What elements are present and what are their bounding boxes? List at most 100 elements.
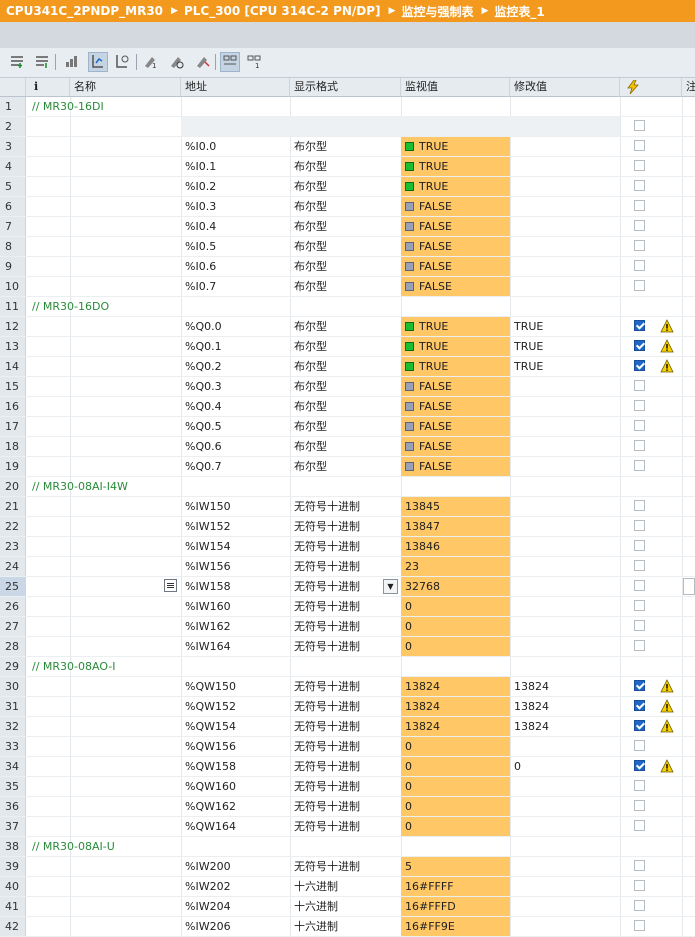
address-cell[interactable] [181, 117, 290, 136]
display-format-cell[interactable]: 无符号十进制 [290, 737, 401, 756]
modify-trigger-button[interactable] [166, 52, 186, 72]
cell-menu-icon[interactable] [164, 579, 177, 592]
table-row[interactable]: 37 %QW164 无符号十进制 0 [0, 817, 695, 837]
table-row[interactable]: 24 %IW156 无符号十进制 23 [0, 557, 695, 577]
address-cell[interactable]: %I0.4 [181, 217, 290, 236]
modify-checkbox[interactable] [634, 280, 645, 291]
breadcrumb-item[interactable]: 监控与强制表 [395, 3, 473, 20]
comment-column-header[interactable]: 注 [682, 78, 695, 96]
group-comment[interactable]: // MR30-08AI-I4W [28, 477, 328, 496]
display-format-cell[interactable]: 无符号十进制 [290, 797, 401, 816]
display-format-cell[interactable]: 无符号十进制 [290, 777, 401, 796]
modify-value-cell[interactable]: 13824 [510, 677, 620, 696]
display-format-cell[interactable] [290, 117, 401, 136]
address-cell[interactable]: %Q0.6 [181, 437, 290, 456]
table-row[interactable]: 18 %Q0.6 布尔型 FALSE [0, 437, 695, 457]
modify-value-cell[interactable]: TRUE [510, 317, 620, 336]
modify-value-column-header[interactable]: 修改值 [510, 78, 620, 96]
modify-checkbox[interactable] [634, 440, 645, 451]
display-format-cell[interactable]: 布尔型 [290, 337, 401, 356]
address-cell[interactable]: %QW158 [181, 757, 290, 776]
address-cell[interactable]: %QW160 [181, 777, 290, 796]
address-cell[interactable]: %I0.0 [181, 137, 290, 156]
address-cell[interactable]: %IW200 [181, 857, 290, 876]
display-format-cell[interactable]: 布尔型 [290, 397, 401, 416]
modify-checkbox[interactable] [634, 180, 645, 191]
modify-value-cell[interactable]: 0 [510, 757, 620, 776]
modify-checkbox[interactable] [634, 920, 645, 931]
address-cell[interactable]: %QW150 [181, 677, 290, 696]
modify-checkbox[interactable] [634, 460, 645, 471]
table-row[interactable]: 30 %QW150 无符号十进制 13824 13824 [0, 677, 695, 697]
display-format-cell[interactable]: 布尔型 [290, 237, 401, 256]
table-row[interactable]: 26 %IW160 无符号十进制 0 [0, 597, 695, 617]
modify-checkbox[interactable] [634, 800, 645, 811]
modify-checkbox[interactable] [634, 220, 645, 231]
modify-checkbox[interactable] [634, 560, 645, 571]
table-row[interactable]: 33 %QW156 无符号十进制 0 [0, 737, 695, 757]
add-row-button[interactable] [32, 52, 52, 72]
address-cell[interactable]: %I0.3 [181, 197, 290, 216]
modify-checkbox[interactable] [634, 320, 645, 331]
show-extended-mode-button[interactable] [220, 52, 240, 72]
address-cell[interactable]: %I0.7 [181, 277, 290, 296]
table-row[interactable]: 12 %Q0.0 布尔型 TRUE TRUE [0, 317, 695, 337]
show-modify-columns-button[interactable]: 1 [244, 52, 264, 72]
address-cell[interactable]: %Q0.2 [181, 357, 290, 376]
display-format-cell[interactable]: 十六进制 [290, 917, 401, 936]
address-cell[interactable]: %Q0.0 [181, 317, 290, 336]
display-format-cell[interactable]: 布尔型 [290, 437, 401, 456]
table-row[interactable]: 20// MR30-08AI-I4W [0, 477, 695, 497]
display-format-cell[interactable]: 无符号十进制 [290, 557, 401, 576]
modify-checkbox[interactable] [634, 240, 645, 251]
display-format-cell[interactable]: 无符号十进制 [290, 817, 401, 836]
table-row[interactable]: 4 %I0.1 布尔型 TRUE [0, 157, 695, 177]
display-format-cell[interactable]: 无符号十进制 [290, 677, 401, 696]
group-comment[interactable]: // MR30-16DO [28, 297, 328, 316]
display-format-cell[interactable]: 无符号十进制 [290, 517, 401, 536]
table-row[interactable]: 11// MR30-16DO [0, 297, 695, 317]
table-row[interactable]: 13 %Q0.1 布尔型 TRUE TRUE [0, 337, 695, 357]
address-cell[interactable]: %QW154 [181, 717, 290, 736]
monitor-value-column-header[interactable]: 监视值 [401, 78, 510, 96]
modify-checkbox[interactable] [634, 540, 645, 551]
address-cell[interactable]: %Q0.4 [181, 397, 290, 416]
address-cell[interactable]: %Q0.5 [181, 417, 290, 436]
comment-cell-edit[interactable] [683, 578, 695, 595]
display-format-cell[interactable]: 布尔型 [290, 137, 401, 156]
modify-trigger-column-header[interactable] [620, 78, 682, 96]
table-row[interactable]: 28 %IW164 无符号十进制 0 [0, 637, 695, 657]
display-format-cell[interactable]: 布尔型 [290, 317, 401, 336]
modify-checkbox[interactable] [634, 520, 645, 531]
display-format-cell[interactable]: 布尔型 [290, 217, 401, 236]
table-row[interactable]: 10 %I0.7 布尔型 FALSE [0, 277, 695, 297]
modify-checkbox[interactable] [634, 120, 645, 131]
table-row[interactable]: 17 %Q0.5 布尔型 FALSE [0, 417, 695, 437]
address-cell[interactable]: %I0.5 [181, 237, 290, 256]
table-row[interactable]: 35 %QW160 无符号十进制 0 [0, 777, 695, 797]
modify-checkbox[interactable] [634, 340, 645, 351]
display-format-cell[interactable]: 无符号十进制 [290, 757, 401, 776]
enable-peripheral-button[interactable] [192, 52, 212, 72]
modify-checkbox[interactable] [634, 760, 645, 771]
table-row[interactable]: 39 %IW200 无符号十进制 5 [0, 857, 695, 877]
address-cell[interactable]: %IW162 [181, 617, 290, 636]
display-format-cell[interactable]: 布尔型 [290, 277, 401, 296]
modify-checkbox[interactable] [634, 880, 645, 891]
modify-checkbox[interactable] [634, 260, 645, 271]
address-cell[interactable]: %QW162 [181, 797, 290, 816]
monitor-immediately-button[interactable] [88, 52, 108, 72]
display-format-cell[interactable]: 十六进制 [290, 897, 401, 916]
display-format-cell[interactable]: 无符号十进制 [290, 617, 401, 636]
table-row[interactable]: 25 %IW158 无符号十进制 32768 ▼ [0, 577, 695, 597]
display-format-cell[interactable]: 布尔型 [290, 417, 401, 436]
address-column-header[interactable]: 地址 [181, 78, 290, 96]
address-cell[interactable]: %Q0.7 [181, 457, 290, 476]
table-row[interactable]: 14 %Q0.2 布尔型 TRUE TRUE [0, 357, 695, 377]
address-cell[interactable]: %Q0.3 [181, 377, 290, 396]
breadcrumb-item[interactable]: PLC_300 [CPU 314C-2 PN/DP] [178, 4, 381, 18]
table-row[interactable]: 21 %IW150 无符号十进制 13845 [0, 497, 695, 517]
address-cell[interactable]: %I0.1 [181, 157, 290, 176]
display-format-cell[interactable]: 无符号十进制 [290, 637, 401, 656]
table-row[interactable]: 3 %I0.0 布尔型 TRUE [0, 137, 695, 157]
